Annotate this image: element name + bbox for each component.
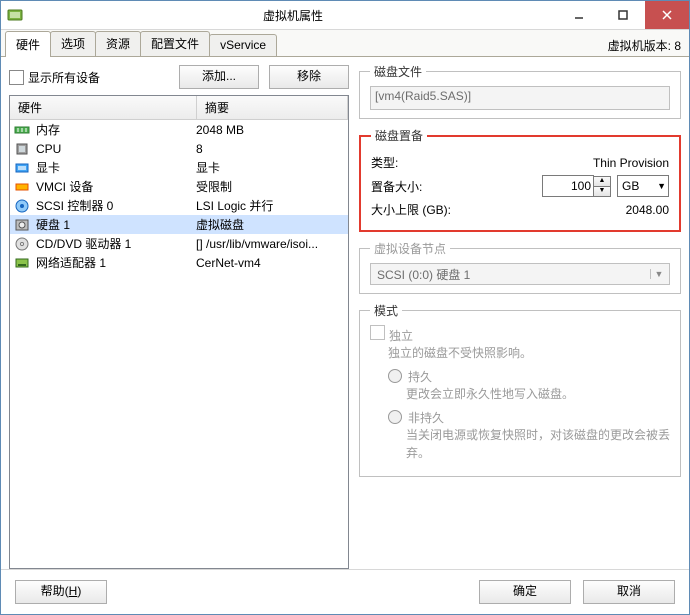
ram-icon xyxy=(14,122,30,138)
independent-help: 独立的磁盘不受快照影响。 xyxy=(388,344,670,362)
col-hardware: 硬件 xyxy=(10,96,197,119)
hw-name: 网络适配器 1 xyxy=(36,254,196,271)
provisioned-size-label: 置备大小: xyxy=(371,178,542,195)
titlebar: 虚拟机属性 xyxy=(1,1,689,30)
virtual-node-select: SCSI (0:0) 硬盘 1 ▼ xyxy=(370,263,670,285)
hw-summary: LSI Logic 并行 xyxy=(196,197,344,214)
persistent-label: 持久 xyxy=(408,370,432,384)
hw-name: 硬盘 1 xyxy=(36,216,196,233)
show-all-label: 显示所有设备 xyxy=(28,69,100,86)
vmci-icon xyxy=(14,179,30,195)
maximize-button[interactable] xyxy=(601,1,645,29)
show-all-checkbox[interactable] xyxy=(9,70,24,85)
mode-legend: 模式 xyxy=(370,302,402,319)
hw-summary: 虚拟磁盘 xyxy=(196,216,344,233)
size-unit-select[interactable]: GB▼ xyxy=(617,175,669,197)
cpu-icon xyxy=(14,141,30,157)
mode-group: 模式 独立 独立的磁盘不受快照影响。 持久 更改会立即永久性地写入磁盘。 非持久… xyxy=(359,302,681,477)
hw-name: CPU xyxy=(36,142,196,156)
provisioned-size-input[interactable] xyxy=(542,175,594,197)
hw-name: 显卡 xyxy=(36,159,196,176)
hardware-list-header: 硬件 摘要 xyxy=(10,96,348,120)
vm-version-label: 虚拟机版本: 8 xyxy=(608,37,689,56)
tab-profile[interactable]: 配置文件 xyxy=(140,31,210,56)
cancel-button[interactable]: 取消 xyxy=(583,580,675,604)
disk-icon xyxy=(14,217,30,233)
scsi-icon xyxy=(14,198,30,214)
hw-name: SCSI 控制器 0 xyxy=(36,197,196,214)
disk-file-group: 磁盘文件 [vm4(Raid5.SAS)] xyxy=(359,63,681,119)
hardware-row[interactable]: CPU8 xyxy=(10,139,348,158)
window-title: 虚拟机属性 xyxy=(29,7,557,24)
hardware-row[interactable]: CD/DVD 驱动器 1[] /usr/lib/vmware/isoi... xyxy=(10,234,348,253)
close-button[interactable] xyxy=(645,1,689,29)
chevron-down-icon: ▼ xyxy=(650,269,667,279)
independent-label: 独立 xyxy=(389,329,413,343)
size-up[interactable]: ▲ xyxy=(594,177,610,186)
tab-options[interactable]: 选项 xyxy=(50,31,96,56)
independent-checkbox xyxy=(370,325,385,340)
type-label: 类型: xyxy=(371,154,593,171)
tab-resources[interactable]: 资源 xyxy=(95,31,141,56)
disk-provision-legend: 磁盘置备 xyxy=(371,127,427,144)
col-summary: 摘要 xyxy=(197,96,348,119)
hardware-row[interactable]: 硬盘 1虚拟磁盘 xyxy=(10,215,348,234)
persistent-radio xyxy=(388,369,402,383)
hw-summary: CerNet-vm4 xyxy=(196,256,344,270)
ok-button[interactable]: 确定 xyxy=(479,580,571,604)
hw-summary: 2048 MB xyxy=(196,123,344,137)
hw-summary: [] /usr/lib/vmware/isoi... xyxy=(196,237,344,251)
add-button[interactable]: 添加... xyxy=(179,65,259,89)
nonpersistent-help: 当关闭电源或恢复快照时，对该磁盘的更改会被丢弃。 xyxy=(406,426,670,462)
tab-hardware[interactable]: 硬件 xyxy=(5,31,51,57)
hw-summary: 显卡 xyxy=(196,159,344,176)
nic-icon xyxy=(14,255,30,271)
hw-summary: 受限制 xyxy=(196,178,344,195)
cd-icon xyxy=(14,236,30,252)
persistent-help: 更改会立即永久性地写入磁盘。 xyxy=(406,385,670,403)
tab-vservice[interactable]: vService xyxy=(209,34,277,56)
tab-row: 硬件 选项 资源 配置文件 vService 虚拟机版本: 8 xyxy=(1,30,689,57)
provisioned-size-stepper[interactable]: ▲▼ xyxy=(542,175,611,197)
hardware-row[interactable]: 内存2048 MB xyxy=(10,120,348,139)
max-size-label: 大小上限 (GB): xyxy=(371,201,626,218)
help-button[interactable]: 帮助(H) xyxy=(15,580,107,604)
disk-provision-group: 磁盘置备 类型: Thin Provision 置备大小: ▲▼ GB▼ xyxy=(359,127,681,232)
disk-file-field: [vm4(Raid5.SAS)] xyxy=(370,86,670,110)
virtual-node-group: 虚拟设备节点 SCSI (0:0) 硬盘 1 ▼ xyxy=(359,240,681,294)
max-size-value: 2048.00 xyxy=(626,203,669,217)
virtual-node-legend: 虚拟设备节点 xyxy=(370,240,450,257)
type-value: Thin Provision xyxy=(593,156,669,170)
hardware-row[interactable]: VMCI 设备受限制 xyxy=(10,177,348,196)
video-icon xyxy=(14,160,30,176)
minimize-button[interactable] xyxy=(557,1,601,29)
hw-name: VMCI 设备 xyxy=(36,178,196,195)
chevron-down-icon: ▼ xyxy=(657,181,666,191)
vm-app-icon xyxy=(7,7,23,23)
hw-name: 内存 xyxy=(36,121,196,138)
size-down[interactable]: ▼ xyxy=(594,186,610,196)
remove-button[interactable]: 移除 xyxy=(269,65,349,89)
hardware-row[interactable]: 显卡显卡 xyxy=(10,158,348,177)
hardware-list: 硬件 摘要 内存2048 MBCPU8显卡显卡VMCI 设备受限制SCSI 控制… xyxy=(9,95,349,569)
disk-file-legend: 磁盘文件 xyxy=(370,63,426,80)
hw-name: CD/DVD 驱动器 1 xyxy=(36,235,196,252)
nonpersistent-label: 非持久 xyxy=(408,411,444,425)
hardware-row[interactable]: 网络适配器 1CerNet-vm4 xyxy=(10,253,348,272)
nonpersistent-radio xyxy=(388,410,402,424)
hw-summary: 8 xyxy=(196,142,344,156)
hardware-row[interactable]: SCSI 控制器 0LSI Logic 并行 xyxy=(10,196,348,215)
